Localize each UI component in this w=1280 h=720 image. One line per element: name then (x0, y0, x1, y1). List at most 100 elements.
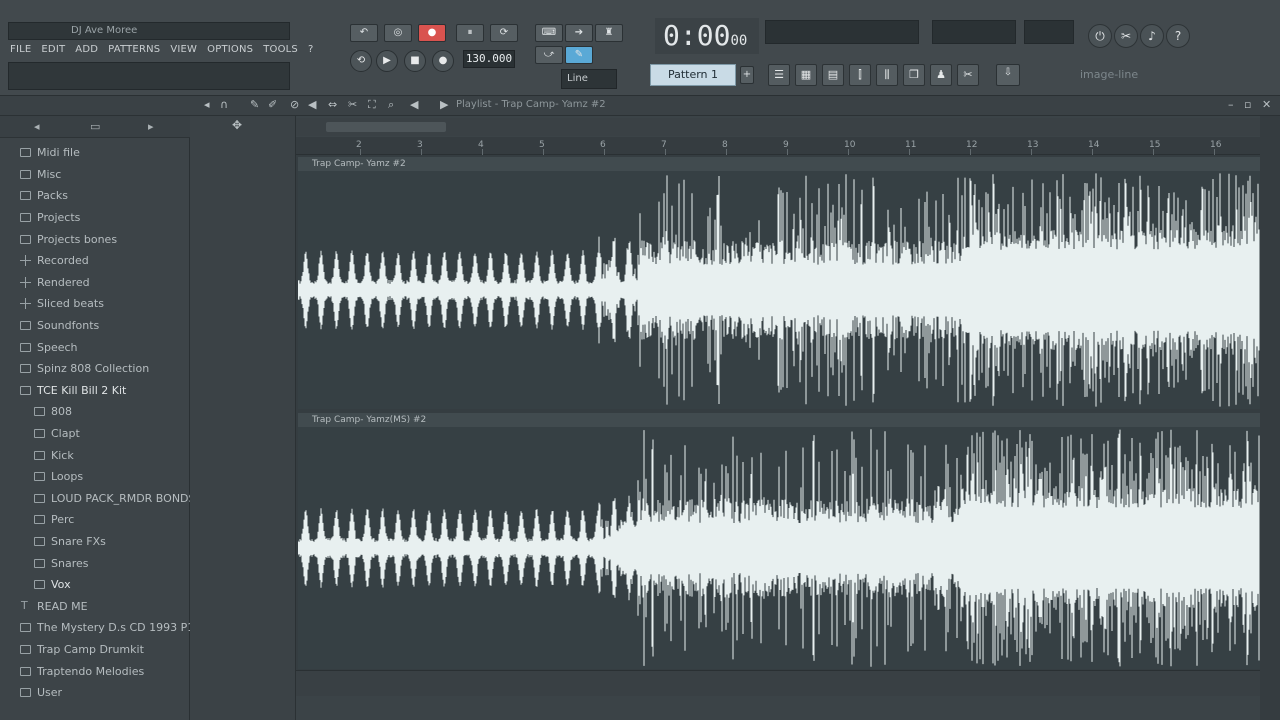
play-button[interactable]: ▶ (376, 50, 398, 72)
mic-icon[interactable]: ♪ (1140, 24, 1164, 48)
browser-item[interactable]: Traptendo Melodies (0, 660, 190, 682)
maximize-icon[interactable]: ▫ (1244, 98, 1251, 111)
tools-icon[interactable]: ✂ (957, 64, 979, 86)
close-icon[interactable]: ✕ (1262, 98, 1271, 111)
browser-item[interactable]: Perc (0, 509, 190, 531)
back-icon[interactable]: ◂ (34, 120, 40, 133)
menu-item[interactable]: ADD (75, 44, 98, 55)
browser-item[interactable]: TCE Kill Bill 2 Kit (0, 380, 190, 402)
slip-icon[interactable]: ⇔ (328, 98, 337, 111)
stamp-icon[interactable]: ♜ (595, 24, 623, 42)
browser-item[interactable]: Misc (0, 164, 190, 186)
ruler-tick-label: 12 (966, 140, 978, 150)
magnet-icon[interactable]: ∩ (220, 98, 228, 111)
playlist-icon[interactable]: ☰ (768, 64, 790, 86)
menu-item[interactable]: FILE (10, 44, 31, 55)
stop-button[interactable]: ■ (404, 50, 426, 72)
download-icon[interactable]: ⇩ (996, 64, 1020, 86)
browser-item[interactable]: 808 (0, 401, 190, 423)
song-mode-button[interactable]: ↶ (350, 24, 378, 42)
menu-item[interactable]: OPTIONS (207, 44, 253, 55)
folder-icon (20, 169, 31, 179)
mixer-icon[interactable]: ⫿ (849, 64, 871, 86)
cut-icon[interactable]: ✂ (1114, 24, 1138, 48)
slice-icon[interactable]: ✂ (348, 98, 357, 111)
tempo-display[interactable]: 130.000 (463, 50, 515, 68)
record-button[interactable]: ● (418, 24, 446, 42)
arrow-left-icon[interactable]: ◂ (204, 98, 210, 111)
play-arrow-icon[interactable]: ▶ (440, 98, 448, 111)
browser-item[interactable]: Spinz 808 Collection (0, 358, 190, 380)
zoom-icon[interactable]: ⌕ (388, 98, 394, 112)
power-icon[interactable]: ⏻ (1088, 24, 1112, 48)
time-display[interactable]: 0:0000 (655, 18, 759, 54)
keyboard-icon[interactable]: ⌨ (535, 24, 563, 42)
audio-clip[interactable]: Trap Camp- Yamz #2 (298, 157, 1260, 409)
forward-icon[interactable]: ▸ (148, 120, 154, 133)
menu-item[interactable]: PATTERNS (108, 44, 160, 55)
help-icon[interactable]: ? (1166, 24, 1190, 48)
metronome-button[interactable]: ◎ (384, 24, 412, 42)
browser-item[interactable]: Recorded (0, 250, 190, 272)
mute-icon[interactable]: ◀ (308, 98, 316, 111)
browser-item[interactable]: Soundfonts (0, 315, 190, 337)
audio-clip[interactable]: Trap Camp- Yamz(MS) #2 (298, 413, 1260, 669)
browser-item[interactable]: Clapt (0, 423, 190, 445)
plugin-icon[interactable]: ⫼ (876, 64, 898, 86)
browser-item[interactable]: Trap Camp Drumkit (0, 639, 190, 661)
menu-item[interactable]: EDIT (41, 44, 65, 55)
browser-item[interactable]: READ ME (0, 595, 190, 617)
browser-item-label: Snare FXs (51, 534, 106, 548)
pencil-icon[interactable]: ✎ (565, 46, 593, 64)
wait-record-button[interactable]: ⏸ (456, 24, 484, 42)
ruler-tick-label: 13 (1027, 140, 1039, 150)
vertical-scrollbar[interactable] (1260, 116, 1280, 720)
browser-item[interactable]: Snare FXs (0, 531, 190, 553)
channel-rack-icon[interactable]: ▦ (795, 64, 817, 86)
browser-item[interactable]: The Mystery D.s CD 1993 P1 (0, 617, 190, 639)
browser-item[interactable]: Midi file (0, 142, 190, 164)
snap-selector[interactable]: Line (561, 69, 617, 89)
speaker-icon[interactable]: ◀ (410, 98, 418, 111)
playlist-tracks[interactable]: Trap Camp- Yamz #2 Trap Camp- Yamz(MS) #… (296, 155, 1260, 670)
paint-icon[interactable]: ✎ (250, 98, 259, 111)
menu-item[interactable]: ? (308, 44, 314, 55)
browser-item[interactable]: Projects bones (0, 228, 190, 250)
browser-item[interactable]: Vox (0, 574, 190, 596)
browser-item[interactable]: Loops (0, 466, 190, 488)
menu-item[interactable]: TOOLS (263, 44, 298, 55)
curve-icon[interactable]: ⤻ (535, 46, 563, 64)
browser-item[interactable]: Packs (0, 185, 190, 207)
browser-item-label: Midi file (37, 146, 80, 160)
loop-record-button[interactable]: ⟳ (490, 24, 518, 42)
browser-item[interactable]: Snares (0, 552, 190, 574)
horizontal-scrollbar[interactable] (296, 118, 1260, 136)
browser-item-label: Projects bones (37, 232, 118, 246)
minimize-icon[interactable]: – (1228, 98, 1234, 111)
browser-item[interactable]: Projects (0, 207, 190, 229)
browser-item[interactable]: Speech (0, 336, 190, 358)
arrow-right-icon[interactable]: ➔ (565, 24, 593, 42)
folder-icon[interactable]: ▭ (90, 120, 100, 133)
piano-roll-icon[interactable]: ▤ (822, 64, 844, 86)
record-round-button[interactable]: ● (432, 50, 454, 72)
scroll-thumb[interactable] (326, 122, 446, 132)
browser-item[interactable]: Rendered (0, 272, 190, 294)
browser-item[interactable]: Kick (0, 444, 190, 466)
browser-item[interactable]: User (0, 682, 190, 704)
select-icon[interactable]: ⛶ (368, 98, 376, 112)
browser-icon[interactable]: ❐ (903, 64, 925, 86)
browser-item[interactable]: Sliced beats (0, 293, 190, 315)
menu-item[interactable]: VIEW (170, 44, 197, 55)
pattern-add-button[interactable]: + (740, 66, 754, 84)
browser-item-label: Recorded (37, 254, 89, 268)
timeline-ruler[interactable]: 2 3 4 5 6 7 8 9 10 11 12 13 14 15 16 (296, 137, 1260, 155)
pattern-selector[interactable]: Pattern 1 (650, 64, 736, 86)
folder-icon (34, 472, 45, 482)
brush-icon[interactable]: ✐ (268, 98, 277, 111)
delete-icon[interactable]: ⊘ (290, 98, 299, 111)
browser-item[interactable]: LOUD PACK_RMDR BONDS (0, 488, 190, 510)
plugin-picker-icon[interactable]: ♟ (930, 64, 952, 86)
loop-icon[interactable]: ⟲ (350, 50, 372, 72)
move-icon[interactable]: ✥ (232, 118, 242, 132)
